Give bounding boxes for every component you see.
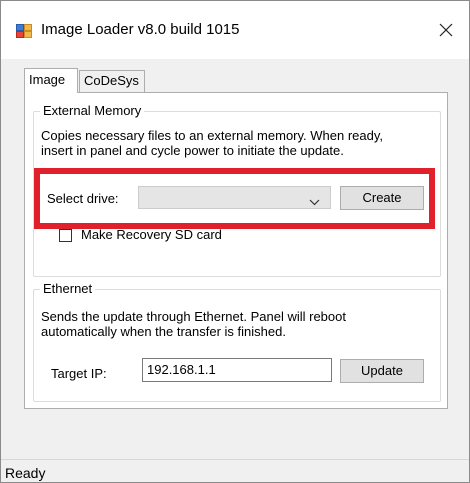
- title-bar[interactable]: Image Loader v8.0 build 1015: [1, 1, 469, 59]
- close-icon: [439, 23, 453, 40]
- tab-codesys-label: CoDeSys: [84, 73, 139, 88]
- tab-codesys[interactable]: CoDeSys: [79, 70, 145, 92]
- status-text: Ready: [5, 465, 46, 481]
- window-title: Image Loader v8.0 build 1015: [41, 21, 240, 38]
- image-loader-window: Image Loader v8.0 build 1015 Image CoDeS…: [0, 0, 470, 483]
- external-memory-description-line2: insert in panel and cycle power to initi…: [41, 143, 344, 158]
- ethernet-title: Ethernet: [40, 281, 96, 297]
- ethernet-description-line1: Sends the update through Ethernet. Panel…: [41, 309, 346, 324]
- app-icon: [16, 24, 32, 38]
- ethernet-description-line2: automatically when the transfer is finis…: [41, 324, 286, 339]
- tab-image-label: Image: [29, 72, 66, 87]
- client-area: Image CoDeSys External Memory Copies nec…: [1, 59, 469, 459]
- status-bar: Ready: [1, 459, 469, 482]
- target-ip-label: Target IP:: [51, 366, 107, 381]
- external-memory-title: External Memory: [40, 103, 145, 119]
- tab-image[interactable]: Image: [24, 68, 78, 93]
- make-recovery-checkbox[interactable]: [59, 229, 72, 242]
- target-ip-input[interactable]: 192.168.1.1: [142, 358, 332, 382]
- ethernet-group: Ethernet Sends the update through Ethern…: [33, 281, 441, 402]
- make-recovery-label[interactable]: Make Recovery SD card: [81, 227, 222, 243]
- update-button[interactable]: Update: [340, 359, 424, 383]
- close-button[interactable]: [423, 11, 469, 51]
- external-memory-description-line1: Copies necessary files to an external me…: [41, 128, 383, 143]
- highlight-box: [34, 168, 435, 229]
- image-tab-panel: External Memory Copies necessary files t…: [24, 92, 448, 409]
